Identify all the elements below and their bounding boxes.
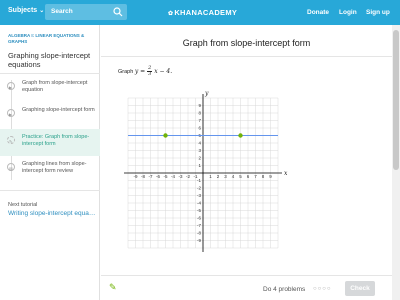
x-axis-label: x: [284, 170, 288, 177]
lesson-sidebar: ALGEBRA I: LINEAR EQUATIONS & GRAPHS Gra…: [0, 25, 100, 300]
sidebar-item-practice[interactable]: ✎ Practice: Graph from slope-intercept f…: [0, 129, 100, 156]
equation: y = 23 x − 4.: [134, 66, 173, 77]
prompt-prefix: Graph: [118, 69, 134, 75]
page-scrollbar[interactable]: [392, 25, 400, 300]
draggable-point[interactable]: [238, 133, 243, 138]
search-icon[interactable]: [113, 7, 123, 17]
sidebar-item-label: Graphing slope-intercept form: [22, 107, 95, 113]
x-tick-label: 6: [247, 174, 250, 179]
equation-rhs: x − 4.: [154, 68, 173, 75]
y-tick-label: -8: [197, 231, 201, 236]
x-tick-label: -5: [163, 174, 167, 179]
search-placeholder: Search: [51, 8, 73, 15]
next-tutorial-link[interactable]: Writing slope-intercept equations: [8, 210, 96, 217]
scrollbar-thumb[interactable]: [393, 30, 399, 170]
lesson-item-list: ▶ Graph from slope-intercept equation ▶ …: [0, 75, 100, 183]
coordinate-graph[interactable]: -9-9-8-8-7-7-6-6-5-5-4-4-3-3-2-2-1-11122…: [118, 88, 288, 258]
y-tick-label: -2: [197, 186, 201, 191]
khan-academy-logo[interactable]: ✿KHANACADEMY: [168, 8, 237, 17]
y-tick-label: -3: [197, 193, 201, 198]
divider: [0, 73, 100, 74]
video-icon: ▶: [9, 112, 13, 117]
x-tick-label: 9: [269, 174, 272, 179]
subjects-menu-button[interactable]: Subjects ⌄: [8, 7, 44, 14]
divider: [101, 56, 392, 57]
video-icon: ▶: [9, 85, 13, 90]
top-navigation-bar: Subjects ⌄ Search ✿KHANACADEMY Donate Log…: [0, 0, 400, 25]
x-tick-label: 1: [209, 174, 212, 179]
fraction-denominator: 3: [148, 71, 152, 77]
draggable-point[interactable]: [163, 133, 168, 138]
x-tick-label: -9: [133, 174, 137, 179]
slope-fraction: 23: [147, 66, 153, 77]
donate-link[interactable]: Donate: [307, 9, 329, 16]
y-tick-label: -5: [197, 208, 201, 213]
x-tick-label: -6: [156, 174, 160, 179]
x-tick-label: 7: [254, 174, 257, 179]
breadcrumb[interactable]: ALGEBRA I: LINEAR EQUATIONS & GRAPHS: [8, 33, 94, 45]
exercise-prompt: Graph y = 23 x − 4.: [118, 66, 172, 77]
x-tick-label: 5: [239, 174, 242, 179]
progress-dots: ○○○○: [313, 286, 332, 292]
x-tick-label: -8: [141, 174, 145, 179]
y-tick-label: -4: [197, 201, 201, 206]
sidebar-item-label: Graphing lines from slope-intercept form…: [22, 161, 87, 174]
x-tick-label: -3: [178, 174, 182, 179]
login-link[interactable]: Login: [339, 9, 357, 16]
leaf-logo-icon: ✿: [168, 11, 174, 17]
y-axis-label: y: [204, 90, 209, 97]
equation-lhs: y =: [134, 68, 146, 75]
signup-link[interactable]: Sign up: [366, 9, 390, 16]
hint-icon[interactable]: ✎: [109, 282, 117, 293]
x-tick-label: 2: [217, 174, 220, 179]
x-tick-label: -4: [171, 174, 175, 179]
x-tick-label: 8: [262, 174, 265, 179]
y-tick-label: -1: [197, 178, 201, 183]
chevron-down-icon: ⌄: [39, 8, 45, 14]
article-icon: ▤: [9, 166, 13, 171]
search-box[interactable]: Search: [45, 4, 127, 20]
logo-text: KHANACADEMY: [174, 8, 238, 17]
sidebar-item-article[interactable]: ▤ Graphing lines from slope-intercept fo…: [0, 156, 100, 183]
x-tick-label: -2: [186, 174, 190, 179]
y-tick-label: -7: [197, 223, 201, 228]
x-tick-label: -7: [148, 174, 152, 179]
next-tutorial-label: Next tutorial: [8, 202, 38, 208]
exercise-panel: Graph from slope-intercept form Graph y …: [101, 25, 392, 275]
sidebar-item-label: Graph from slope-intercept equation: [22, 80, 88, 93]
y-tick-label: -9: [197, 238, 201, 243]
exercise-icon: ✎: [9, 139, 13, 144]
x-tick-label: 4: [232, 174, 235, 179]
x-tick-label: 3: [224, 174, 227, 179]
y-tick-label: -6: [197, 216, 201, 221]
sidebar-item-video-2[interactable]: ▶ Graphing slope-intercept form: [0, 102, 100, 129]
exercise-title: Graph from slope-intercept form: [182, 38, 311, 48]
do-problems-label: Do 4 problems: [263, 286, 306, 293]
check-button[interactable]: Check: [345, 281, 375, 296]
sidebar-item-video-1[interactable]: ▶ Graph from slope-intercept equation: [0, 75, 100, 102]
subjects-label: Subjects: [8, 7, 38, 14]
exercise-footer: ✎ Do 4 problems ○○○○ Check: [101, 275, 392, 300]
lesson-title: Graphing slope-intercept equations: [8, 51, 91, 69]
divider: [0, 190, 100, 191]
sidebar-item-label: Practice: Graph from slope-intercept for…: [22, 134, 90, 147]
